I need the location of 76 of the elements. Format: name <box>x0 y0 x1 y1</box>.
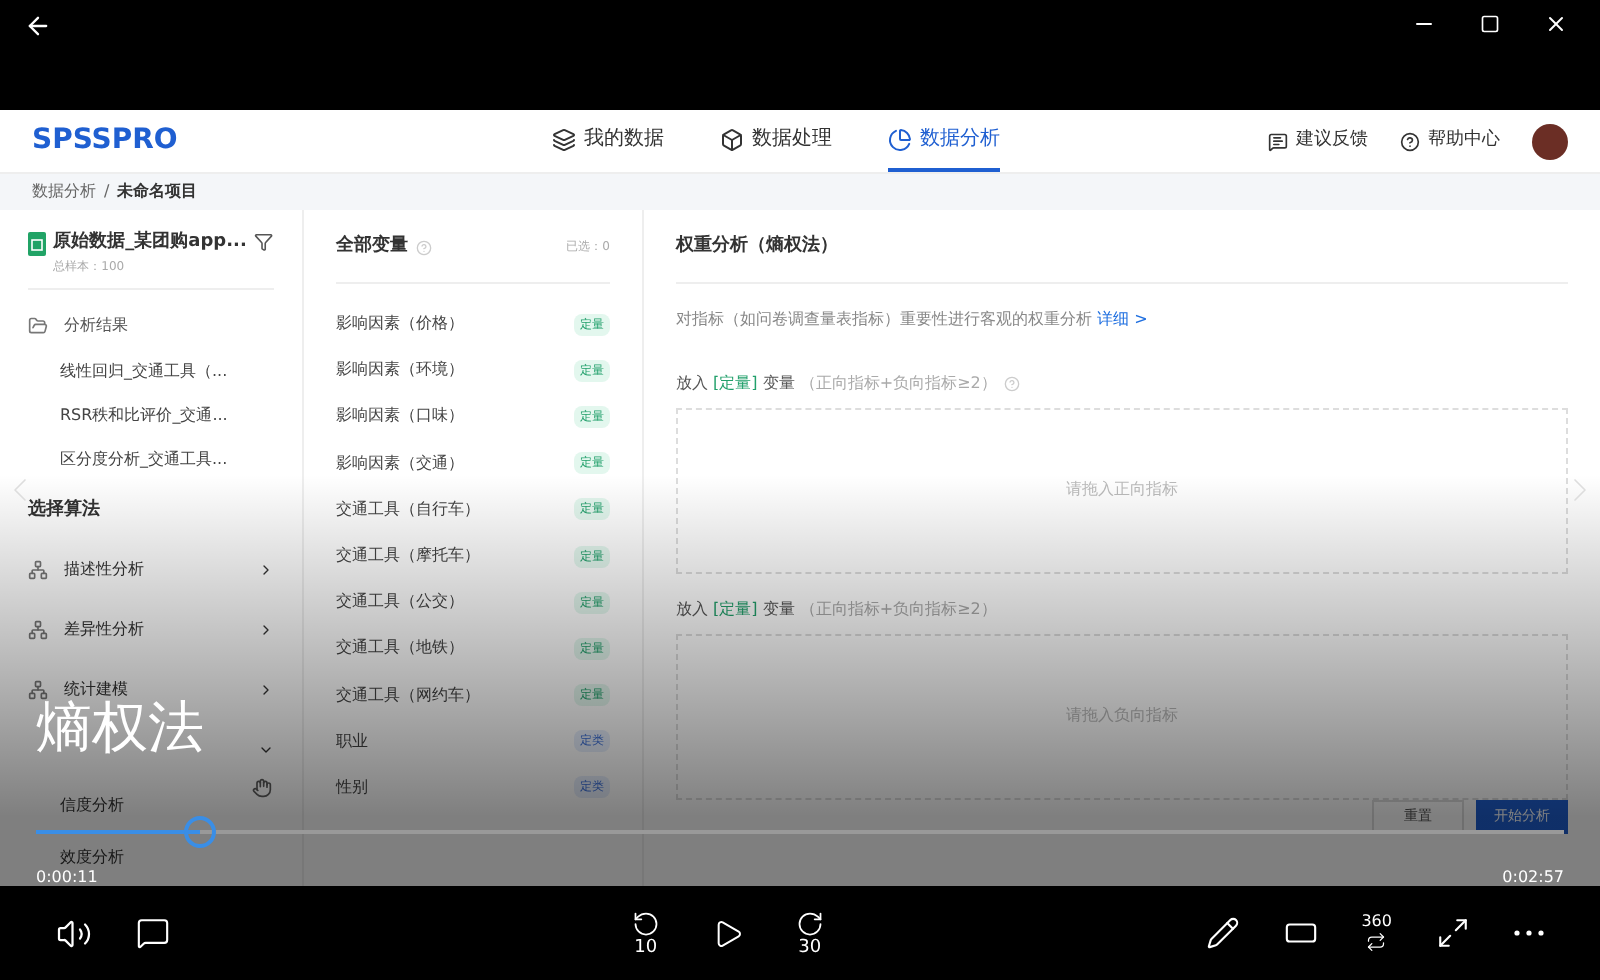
result-item[interactable]: 线性回归_交通工具（... <box>28 349 274 393</box>
variable-name[interactable]: 交通工具（公交） <box>336 590 464 615</box>
message-icon <box>1268 131 1288 151</box>
avatar[interactable] <box>1532 123 1568 159</box>
variable-name[interactable]: 性别 <box>336 775 368 800</box>
fullscreen-button[interactable] <box>1436 916 1470 950</box>
subtitles-button[interactable] <box>136 916 170 950</box>
variable-name[interactable]: 影响因素（价格） <box>336 312 464 337</box>
breadcrumb-current: 未命名项目 <box>117 180 198 204</box>
caret-icon[interactable] <box>258 682 274 698</box>
zone-label: 放入 [定量] 变量 （正向指标+负向指标≥2） <box>676 597 997 621</box>
pen-button[interactable] <box>1205 916 1240 950</box>
category-label[interactable]: 描述性分析 <box>64 558 144 582</box>
panel-title: 权重分析（熵权法） <box>676 236 838 256</box>
vr-button[interactable]: 360 <box>1361 914 1392 952</box>
category-label[interactable]: 差异性分析 <box>64 618 144 642</box>
back-button[interactable] <box>24 12 52 40</box>
variable-name[interactable]: 交通工具（网约车） <box>336 683 480 708</box>
cursor-icon <box>252 778 272 798</box>
header-link[interactable]: 帮助中心 <box>1400 127 1500 155</box>
header-link[interactable]: 建议反馈 <box>1268 127 1368 155</box>
cube-icon <box>720 127 744 151</box>
drop-prompt: 请拖入正向指标 <box>1066 478 1178 502</box>
category-icon <box>28 620 48 640</box>
pie-chart-icon <box>888 127 912 151</box>
category-icon <box>28 560 48 580</box>
seek-thumb[interactable] <box>183 816 216 848</box>
section-title: 选择算法 <box>28 497 102 523</box>
speech-bubble-icon <box>136 916 170 950</box>
rewind-icon <box>631 909 660 937</box>
maximize-button[interactable] <box>1480 12 1500 36</box>
variable-name[interactable]: 影响因素（环境） <box>336 358 464 383</box>
filter-icon[interactable] <box>254 232 274 252</box>
section-title: 分析结果 <box>64 313 128 337</box>
maximize-icon <box>1480 14 1500 34</box>
elapsed-time: 0:00:11 <box>36 866 98 886</box>
breadcrumb-link[interactable]: 数据分析 <box>32 180 96 204</box>
layers-icon <box>552 127 576 151</box>
nav-tab[interactable]: 数据处理 <box>720 110 832 172</box>
logo: SPSSPRO <box>32 122 180 160</box>
forward-button[interactable]: 30 <box>795 909 824 957</box>
nav-tab[interactable]: 我的数据 <box>552 110 664 172</box>
variable-name[interactable]: 交通工具（地铁） <box>336 636 464 661</box>
caret-icon[interactable] <box>258 562 274 578</box>
details-link[interactable]: 详细 > <box>1097 309 1148 327</box>
category-icon <box>28 680 48 700</box>
more-icon <box>1514 930 1544 936</box>
variable-name[interactable]: 交通工具（摩托车） <box>336 544 480 569</box>
variable-name[interactable]: 交通工具（自行车） <box>336 497 480 522</box>
variable-name[interactable]: 影响因素（交通） <box>336 451 464 476</box>
help-icon <box>1400 131 1420 151</box>
folder-icon <box>28 315 48 335</box>
expand-icon <box>1436 916 1470 950</box>
variable-name[interactable]: 职业 <box>336 729 368 754</box>
forward-icon <box>795 909 824 937</box>
zone-label: 放入 [定量] 变量 （正向指标+负向指标≥2） <box>676 371 997 395</box>
result-item[interactable]: RSR秩和比评价_交通... <box>28 393 274 437</box>
caret-icon[interactable] <box>258 622 274 638</box>
rewind-button[interactable]: 10 <box>631 909 660 957</box>
method-description: 对指标（如问卷调查量表指标）重要性进行客观的权重分析 详细 > <box>676 307 1150 331</box>
close-button[interactable] <box>1544 12 1568 36</box>
total-time: 0:02:57 <box>1502 866 1564 886</box>
pencil-icon <box>1205 916 1240 950</box>
breadcrumb-separator: / <box>104 180 110 204</box>
speaker-icon <box>56 915 92 951</box>
spreadsheet-icon <box>28 232 46 256</box>
algorithm-item[interactable]: 信度分析 <box>60 794 124 818</box>
repeat-icon <box>1366 932 1387 952</box>
panel-title: 全部变量 <box>336 234 408 260</box>
volume-button[interactable] <box>56 915 92 951</box>
variable-name[interactable]: 影响因素（口味） <box>336 404 464 429</box>
file-name: 原始数据_某团购app... <box>53 230 247 256</box>
close-icon <box>1544 12 1568 36</box>
algorithm-item[interactable]: 效度分析 <box>60 846 124 870</box>
result-item[interactable]: 区分度分析_交通工具... <box>28 437 274 481</box>
caret-icon[interactable] <box>258 742 274 758</box>
